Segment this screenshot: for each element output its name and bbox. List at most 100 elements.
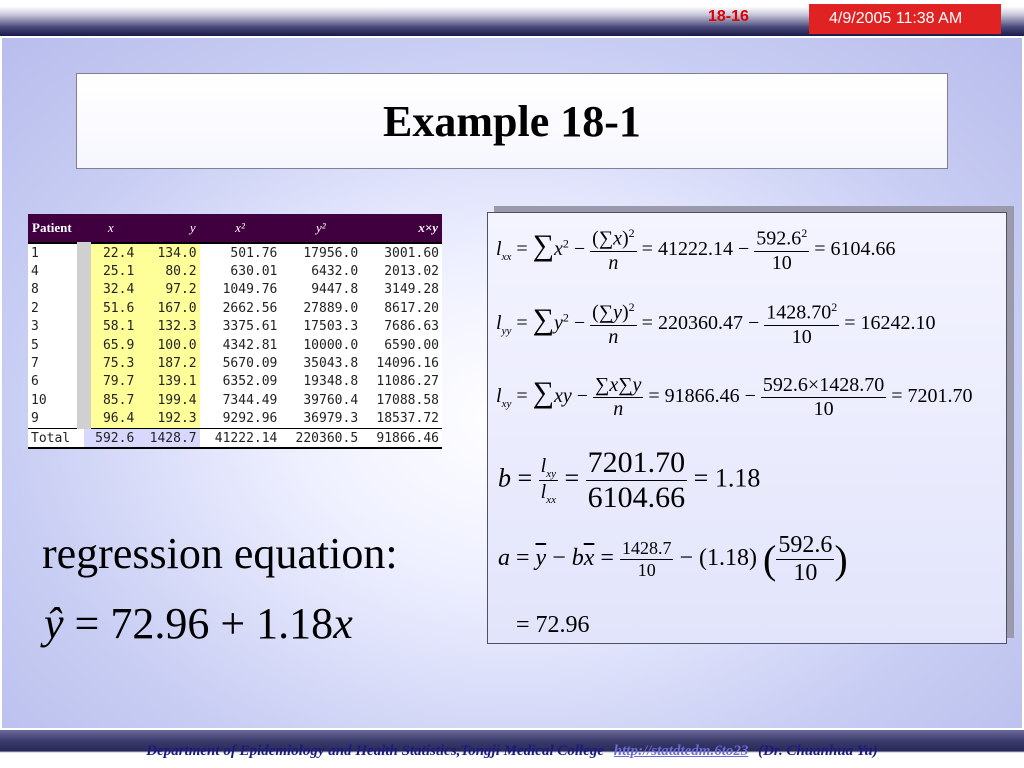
table-row: 6 79.7 139.1 6352.09 19348.8 11086.27 xyxy=(28,372,442,392)
table-row: 2 51.6 167.0 2662.56 27889.0 8617.20 xyxy=(28,299,442,318)
b-result: 1.18 xyxy=(714,463,761,493)
formula-lxx: lxx = ∑x2 − (∑x)2 n = 41222.14 − 592.62 10… xyxy=(496,226,896,274)
regression-label: regression equation: xyxy=(42,529,398,578)
table-cell: 32.4 xyxy=(84,280,138,300)
table-cell: 58.1 xyxy=(84,317,138,336)
table-cell: 80.2 xyxy=(137,262,200,281)
table-cell: 22.4 xyxy=(84,243,138,263)
formula-lyy: lyy = ∑y2 − (∑y)2 n = 220360.47 − 1428.70… xyxy=(496,300,936,348)
table-cell: 41222.14 xyxy=(199,427,281,450)
lxx-den: 10 xyxy=(771,251,792,274)
table-cell: 7686.63 xyxy=(361,317,442,336)
col-header: x×y xyxy=(361,214,442,244)
a-ybar-num: 1428.7 xyxy=(619,538,674,560)
table-cell: 17956.0 xyxy=(280,243,362,263)
table-cell: 17503.3 xyxy=(280,317,362,336)
table-cell: 192.3 xyxy=(137,409,200,429)
table-cell: 97.2 xyxy=(137,280,200,300)
formula-lxy: lxy = ∑xy − ∑x∑y n = 91866.46 − 592.6×142… xyxy=(496,374,973,420)
table-cell: 100.0 xyxy=(137,335,200,355)
table-cell: 96.4 xyxy=(84,409,138,429)
col-header: x² xyxy=(199,214,281,244)
table-cell: 79.7 xyxy=(84,372,138,392)
footer: Department of Epidemiology and Health St… xyxy=(0,743,1024,760)
table-cell: 11086.27 xyxy=(361,372,442,392)
lxy-sum: 91866.46 xyxy=(664,385,740,408)
table-cell: 1 xyxy=(28,243,92,263)
table-cell: 19348.8 xyxy=(280,372,362,392)
table-cell: Total xyxy=(28,427,85,450)
table-cell: 5 xyxy=(28,335,92,355)
table-row: 1 22.4 134.0 501.76 17956.0 3001.60 xyxy=(28,243,442,263)
formula-a-result: = 72.96 xyxy=(516,612,590,638)
table-cell: 3 xyxy=(28,317,92,336)
table-cell: 85.7 xyxy=(84,391,138,410)
table-cell: 592.6 xyxy=(84,427,138,450)
table-cell: 8 xyxy=(28,280,92,300)
table-row: 9 96.4 192.3 9292.96 36979.3 18537.72 xyxy=(28,409,442,429)
table-cell: 2013.02 xyxy=(361,262,442,281)
table-cell: 1049.76 xyxy=(199,280,281,300)
table-cell: 6352.09 xyxy=(199,372,281,392)
table-cell: 17088.58 xyxy=(361,391,442,410)
table-cell: 36979.3 xyxy=(280,409,362,429)
table-cell: 3375.61 xyxy=(199,317,281,336)
footer-department: Department of Epidemiology and Health St… xyxy=(146,743,605,759)
table-cell: 65.9 xyxy=(84,335,138,355)
table-cell: 25.1 xyxy=(84,262,138,281)
table-cell: 6432.0 xyxy=(280,262,362,281)
regression-equation: ŷ = 72.96 + 1.18x xyxy=(44,599,353,648)
formula-b: b = lxy lxx = 7201.70 6104.66 = 1.18 xyxy=(498,446,761,514)
table-total-row: Total 592.6 1428.7 41222.14 220360.5 91866.46 xyxy=(28,427,442,450)
table-row: 4 25.1 80.2 630.01 6432.0 2013.02 xyxy=(28,262,442,281)
a-result: 72.96 xyxy=(535,612,590,638)
lxx-sum: 41222.14 xyxy=(657,237,733,260)
table-cell: 3149.28 xyxy=(361,280,442,300)
table-cell: 4 xyxy=(28,262,92,281)
table-cell: 199.4 xyxy=(137,391,200,410)
table-cell: 9447.8 xyxy=(280,280,362,300)
lxy-result: 7201.70 xyxy=(907,385,973,408)
col-header: Patient xyxy=(28,214,85,244)
a-coef: (1.18) xyxy=(699,545,757,572)
table-cell: 630.01 xyxy=(199,262,281,281)
table-cell: 5670.09 xyxy=(199,354,281,373)
table-cell: 27889.0 xyxy=(280,299,362,318)
footer-link[interactable]: http://statdtedm.6to23 xyxy=(614,743,749,759)
table-cell: 4342.81 xyxy=(199,335,281,355)
table-cell: 220360.5 xyxy=(280,427,362,450)
lxy-den: 10 xyxy=(813,398,834,420)
table-cell: 10000.0 xyxy=(280,335,362,355)
table-row: 8 32.4 97.2 1049.76 9447.8 3149.28 xyxy=(28,280,442,300)
table-cell: 14096.16 xyxy=(361,354,442,373)
table-cell: 75.3 xyxy=(84,354,138,373)
table-row: 5 65.9 100.0 4342.81 10000.0 6590.00 xyxy=(28,335,442,355)
table-cell: 3001.60 xyxy=(361,243,442,263)
date-time: 4/9/2005 11:38 AM xyxy=(829,10,963,27)
lxy-num: 592.6×1428.70 xyxy=(760,374,887,398)
formula-a: a = y − bx = 1428.7 10 − (1.18) (592.6 10) xyxy=(498,532,848,586)
lyy-num: 1428.70 xyxy=(766,301,832,324)
b-den: 6104.66 xyxy=(587,481,686,514)
regression-terms: 72.96 + 1.18 xyxy=(110,599,334,648)
table-cell: 18537.72 xyxy=(361,409,442,429)
table-cell: 35043.8 xyxy=(280,354,362,373)
title-box: Example 18-1 xyxy=(76,73,948,169)
table-cell: 8617.20 xyxy=(361,299,442,318)
col-header: x xyxy=(84,214,138,244)
a-ybar-den: 10 xyxy=(637,560,656,580)
a-xbar-den: 10 xyxy=(793,560,818,586)
b-num: 7201.70 xyxy=(585,446,688,481)
slide-title: Example 18-1 xyxy=(383,97,641,146)
col-header: y² xyxy=(280,214,362,244)
table-cell: 7 xyxy=(28,354,92,373)
table-cell: 132.3 xyxy=(137,317,200,336)
table-row: 7 75.3 187.2 5670.09 35043.8 14096.16 xyxy=(28,354,442,373)
a-xbar-num: 592.6 xyxy=(776,532,835,560)
data-table: Patient x y x² y² x×y 1 22.4 134.0 501.76 17… xyxy=(28,214,442,450)
table-cell: 10 xyxy=(28,391,92,410)
table-cell: 6 xyxy=(28,372,92,392)
table-cell: 187.2 xyxy=(137,354,200,373)
table-row: 10 85.7 199.4 7344.49 39760.4 17088.58 xyxy=(28,391,442,410)
table-cell: 2662.56 xyxy=(199,299,281,318)
